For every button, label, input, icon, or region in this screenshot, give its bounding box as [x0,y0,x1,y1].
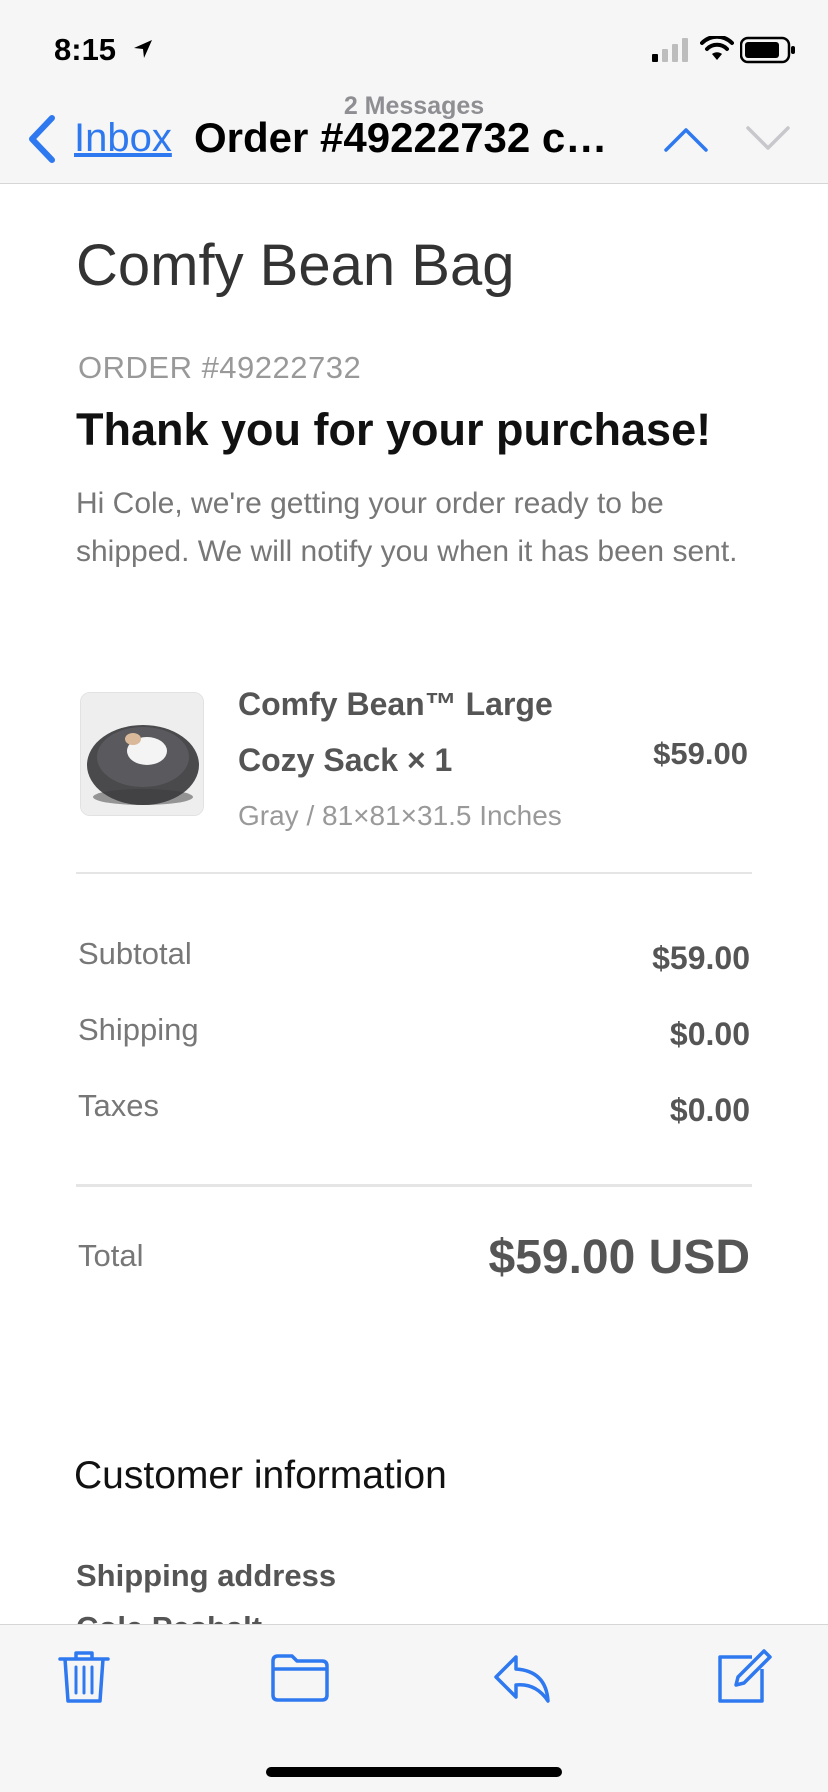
product-variant: Gray / 81×81×31.5 Inches [238,800,562,831]
shipping-label: Shipping [78,1012,199,1047]
chevron-left-icon[interactable] [24,114,60,164]
shipping-row: Shipping $0.00 [78,1012,750,1056]
subtotal-label: Subtotal [78,936,192,971]
divider [76,872,752,874]
mail-screen: 8:15 2 Messages Inbox Order #49222732 c… [0,0,828,1792]
cellular-signal-icon [652,38,688,62]
shop-name: Comfy Bean Bag [76,233,515,298]
home-indicator[interactable] [266,1767,562,1777]
total-label: Total [78,1238,144,1273]
intro-paragraph: Hi Cole, we're getting your order ready … [76,487,738,568]
back-to-inbox-link[interactable]: Inbox [74,116,172,161]
total-value: $59.00 USD [488,1231,751,1284]
wifi-icon [700,36,734,60]
chevron-up-icon[interactable] [662,124,710,154]
top-bar: 8:15 2 Messages Inbox Order #49222732 c… [0,0,828,184]
shipping-value: $0.00 [669,1016,750,1052]
status-time: 8:15 [54,32,117,67]
subtotal-row: Subtotal $59.00 [78,936,750,980]
product-image[interactable] [80,692,204,816]
divider [76,1184,752,1187]
folder-icon[interactable] [270,1647,330,1707]
location-arrow-icon [134,40,152,58]
taxes-value: $0.00 [669,1092,750,1128]
compose-icon[interactable] [712,1647,772,1707]
battery-icon [740,36,795,64]
taxes-label: Taxes [78,1088,159,1123]
bean-bag-picture [81,693,203,815]
customer-info-heading: Customer information [74,1454,447,1497]
chevron-down-icon[interactable] [744,124,792,154]
shipping-address-heading: Shipping address [76,1558,337,1593]
thank-you-heading: Thank you for your purchase! [76,404,712,455]
product-name: Comfy Bean™ Large Cozy Sack × 1 [238,686,553,778]
message-subject-title: Order #49222732 c… [194,114,608,161]
bottom-toolbar [0,1624,828,1792]
taxes-row: Taxes $0.00 [78,1088,750,1132]
subtotal-value: $59.00 [652,940,750,976]
order-number: ORDER #49222732 [78,350,362,385]
reply-icon[interactable] [492,1647,552,1707]
product-price: $59.00 [653,736,748,771]
trash-icon[interactable] [54,1647,114,1707]
